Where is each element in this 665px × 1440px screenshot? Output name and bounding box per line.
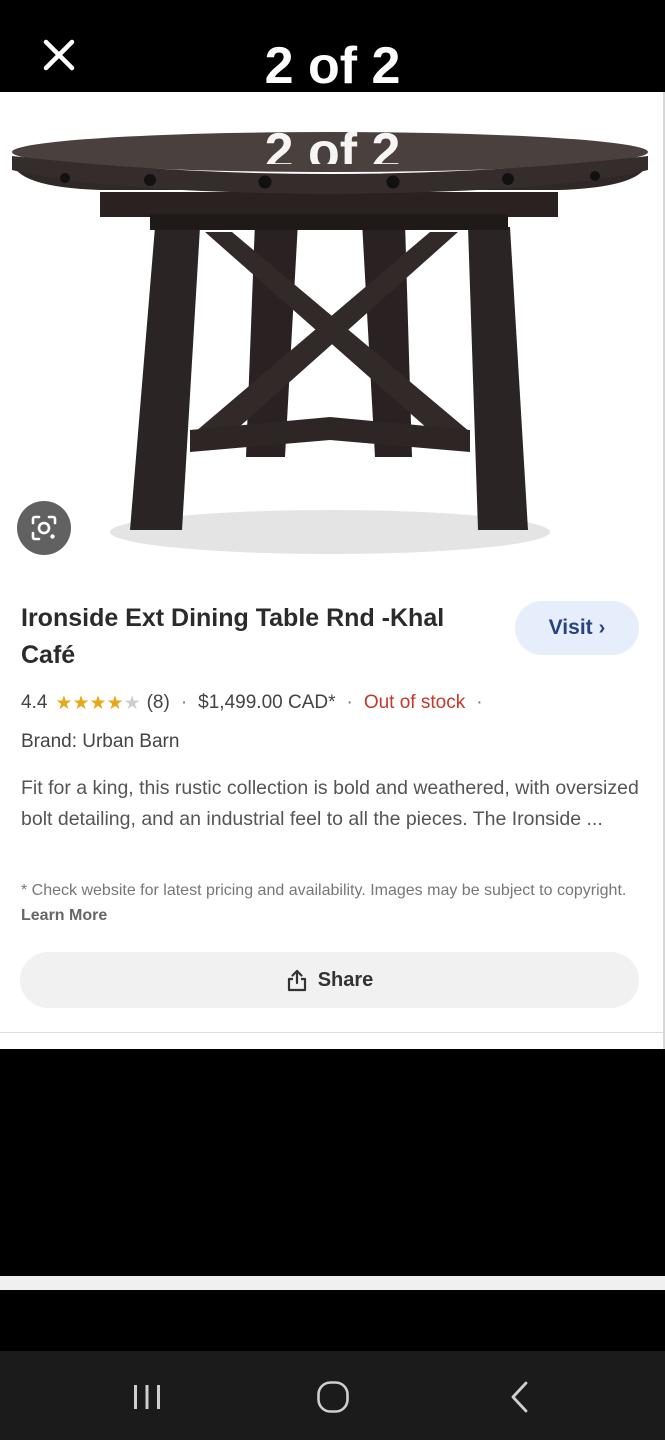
home-icon: [316, 1380, 350, 1414]
brand-label: Brand: Urban Barn: [21, 731, 180, 752]
chevron-right-icon: ›: [598, 617, 606, 639]
stock-status: Out of stock: [363, 692, 466, 713]
share-button[interactable]: Share: [20, 952, 639, 1008]
learn-more-link[interactable]: Learn More: [21, 907, 107, 924]
screenshot-card: 2 of 2 Ironside Ext Dining Table Rnd -Kh…: [0, 92, 665, 1049]
home-button[interactable]: [303, 1373, 363, 1421]
image-counter: 2 of 2: [264, 37, 401, 95]
product-title[interactable]: Ironside Ext Dining Table Rnd -Khal Café: [21, 600, 501, 674]
viewer-top-bar: 2 of 2: [0, 0, 665, 95]
separator-dot: ·: [476, 692, 483, 713]
system-nav-bar: [0, 1351, 665, 1440]
screen: 2 of 2 2 of 2 Ironside Ext Dining Table …: [0, 0, 665, 1440]
back-icon: [508, 1380, 532, 1414]
share-label: Share: [317, 968, 374, 991]
disclaimer-text: * Check website for latest pricing and a…: [21, 882, 627, 899]
review-count[interactable]: (8): [147, 692, 170, 714]
product-description: Fit for a king, this rustic collection i…: [21, 777, 639, 830]
recents-icon: [132, 1384, 162, 1410]
recents-button[interactable]: [117, 1373, 177, 1421]
price: $1,499.00 CAD*: [198, 692, 336, 713]
rating-value: 4.4: [21, 692, 48, 713]
image-watermark-text: 2 of 2: [264, 123, 401, 164]
visit-label: Visit: [548, 616, 593, 639]
half-star-icon: ★: [123, 692, 141, 714]
star-rating: ★★★★★: [55, 692, 141, 714]
pricing-disclaimer: * Check website for latest pricing and a…: [21, 878, 641, 928]
underlying-page-strip: [0, 1276, 665, 1290]
visit-button[interactable]: Visit ›: [515, 601, 639, 655]
share-icon: [286, 968, 308, 992]
product-meta-row: 4.4 ★★★★★ (8) · $1,499.00 CAD* · Out of …: [21, 688, 651, 718]
lens-icon: [29, 513, 59, 543]
lens-search-button[interactable]: [17, 501, 71, 555]
divider: [0, 1032, 663, 1033]
product-image[interactable]: 2 of 2: [0, 92, 663, 562]
separator-dot: ·: [346, 692, 353, 713]
back-button[interactable]: [490, 1373, 550, 1421]
separator-dot: ·: [180, 692, 188, 713]
